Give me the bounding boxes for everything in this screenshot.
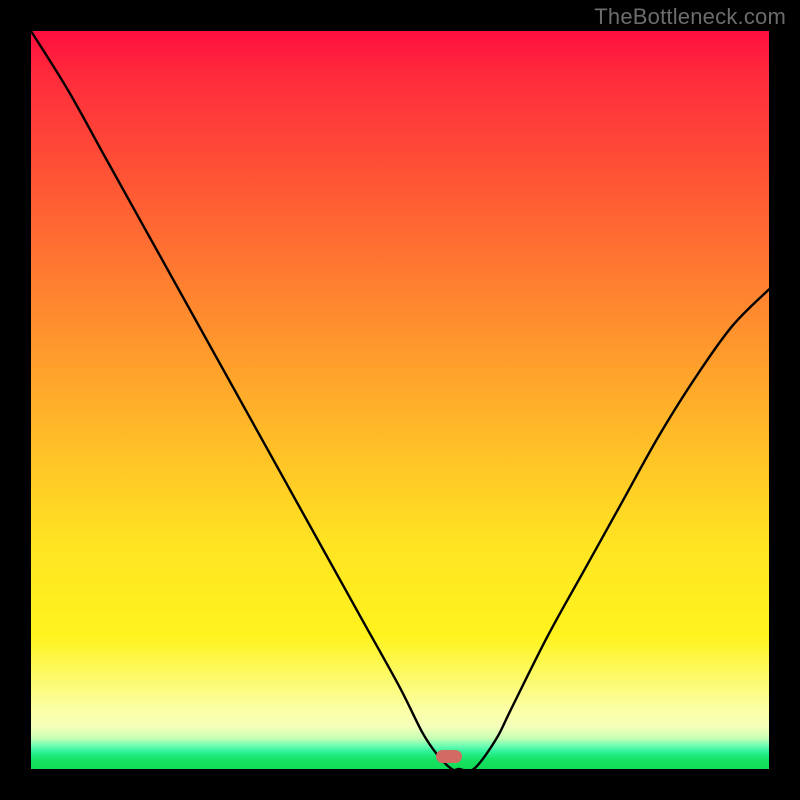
plot-area: [31, 31, 769, 769]
watermark-text: TheBottleneck.com: [594, 4, 786, 30]
curve-path: [31, 31, 769, 769]
chart-container: TheBottleneck.com: [0, 0, 800, 800]
optimal-marker: [436, 750, 462, 763]
bottleneck-curve: [31, 31, 769, 769]
